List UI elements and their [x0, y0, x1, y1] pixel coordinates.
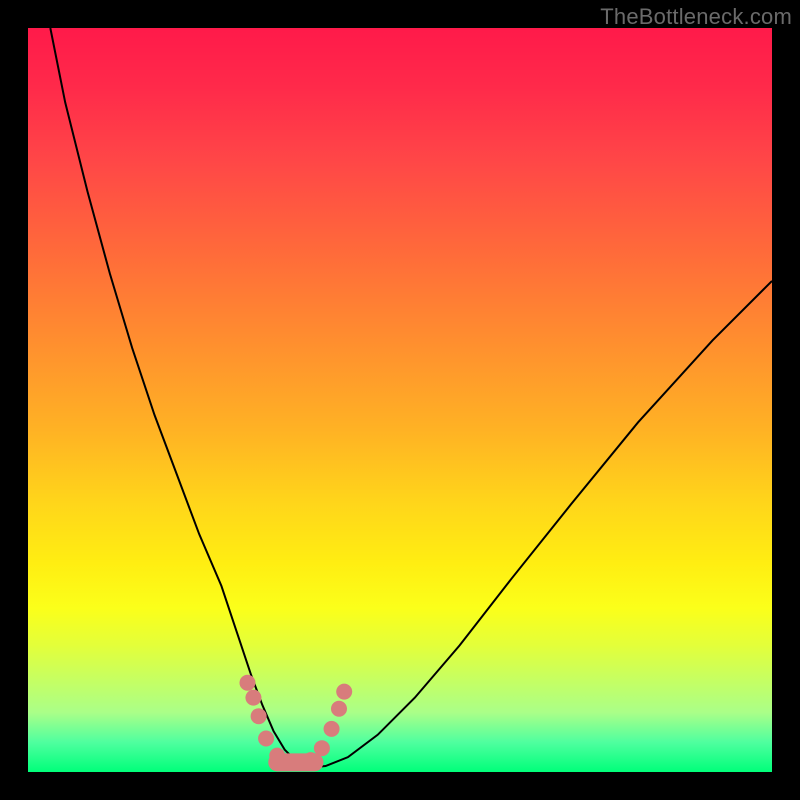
chart-svg [28, 28, 772, 772]
marker-dot [245, 690, 261, 706]
outer-frame: TheBottleneck.com [0, 0, 800, 800]
marker-dot [324, 721, 340, 737]
marker-dot [331, 701, 347, 717]
watermark-text: TheBottleneck.com [600, 4, 792, 30]
marker-dot [251, 708, 267, 724]
marker-dot [336, 684, 352, 700]
bottleneck-curve [50, 28, 772, 768]
marker-dot [258, 731, 274, 747]
marker-dot [239, 675, 255, 691]
